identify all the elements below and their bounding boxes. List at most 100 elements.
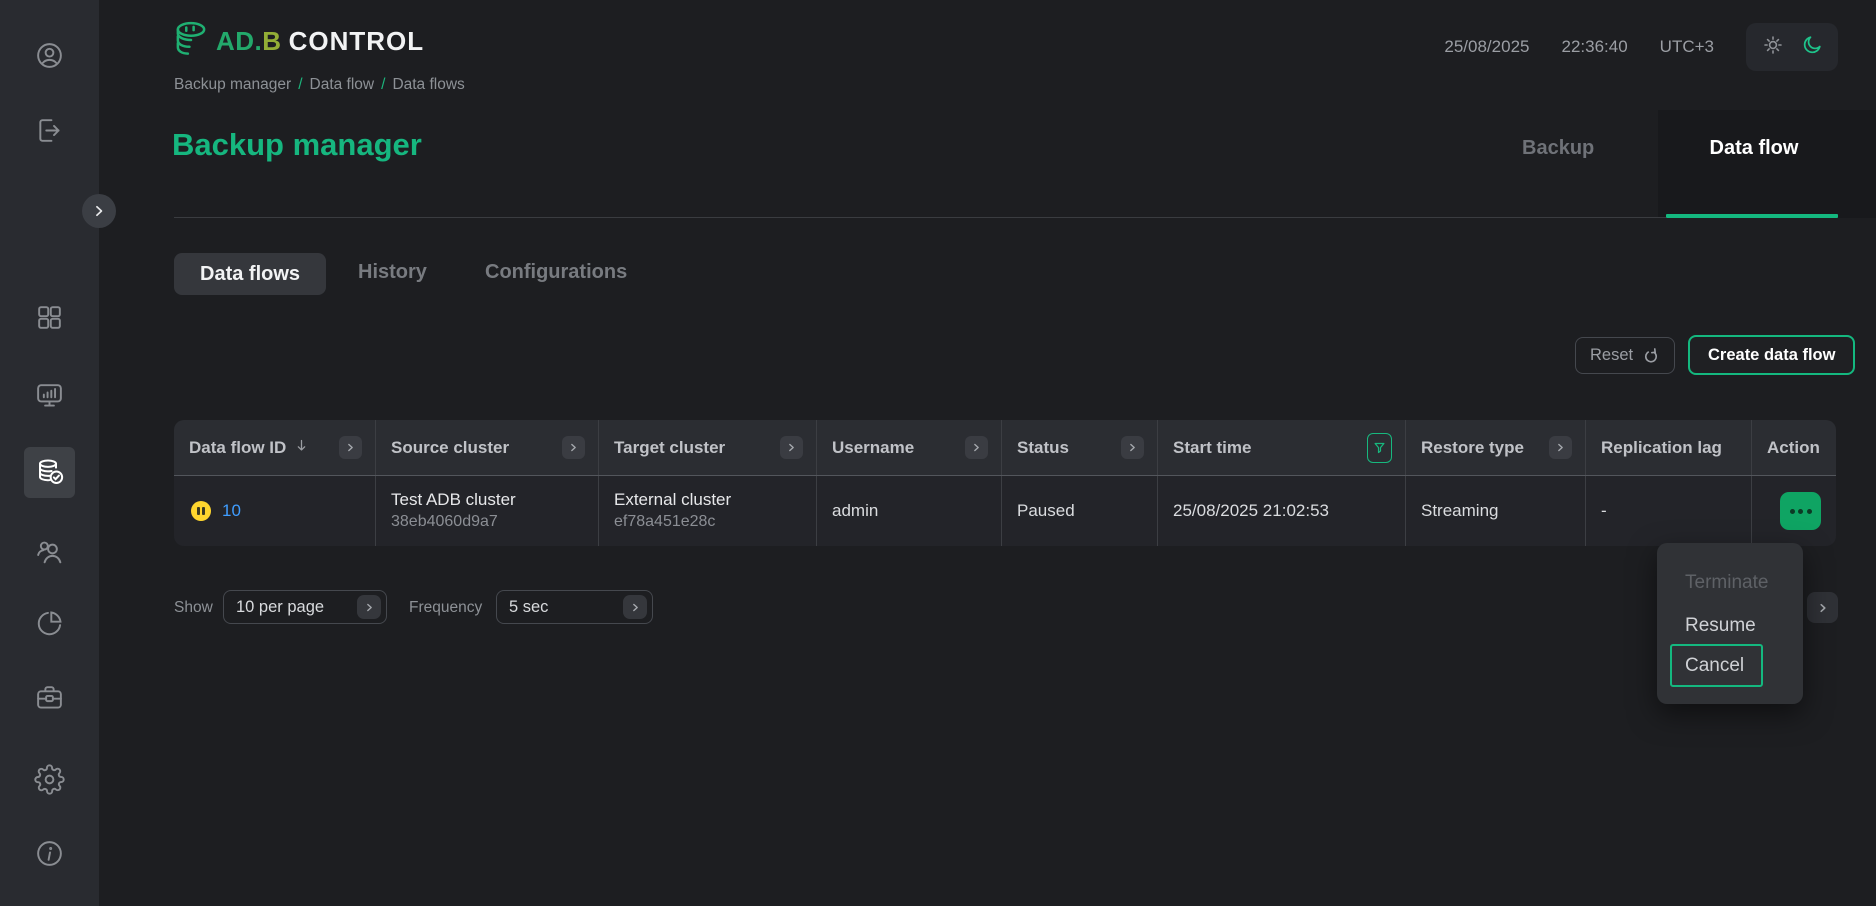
status-value: Paused (1017, 501, 1075, 521)
col-header-status[interactable]: Status (1001, 420, 1157, 475)
breadcrumb-item[interactable]: Backup manager (174, 76, 291, 93)
pie-chart-icon[interactable] (0, 608, 99, 639)
source-cluster-name: Test ADB cluster (391, 489, 516, 511)
briefcase-icon[interactable] (0, 682, 99, 713)
menu-item-cancel[interactable]: Cancel (1670, 644, 1763, 687)
col-header-replication-lag: Replication lag (1585, 420, 1751, 475)
cell-username: admin (816, 476, 1001, 546)
gear-icon[interactable] (0, 764, 99, 795)
chevron-right-icon[interactable] (965, 436, 988, 459)
page-size-select[interactable]: 10 per page (223, 590, 387, 624)
sun-icon[interactable] (1761, 33, 1785, 62)
show-label: Show (174, 599, 213, 617)
pause-status-icon (191, 501, 211, 521)
next-page-button[interactable] (1807, 592, 1838, 623)
chevron-right-icon (1817, 602, 1829, 614)
breadcrumb: Backup manager/Data flow/Data flows (174, 76, 465, 94)
menu-item-terminate[interactable]: Terminate (1685, 572, 1768, 594)
page-size-value: 10 per page (236, 598, 324, 617)
table-row: 10 Test ADB cluster 38eb4060d9a7 Externa… (174, 476, 1836, 546)
info-icon[interactable] (0, 838, 99, 869)
monitor-chart-icon[interactable] (0, 380, 99, 411)
chevron-right-icon[interactable] (357, 595, 381, 619)
col-label: Action (1767, 438, 1820, 458)
col-label: Replication lag (1601, 438, 1722, 458)
col-header-data-flow-id[interactable]: Data flow ID (174, 420, 375, 475)
moon-icon[interactable] (1801, 33, 1824, 61)
col-label: Target cluster (614, 438, 725, 458)
ellipsis-icon (1790, 509, 1795, 514)
col-label: Start time (1173, 438, 1251, 458)
chevron-right-icon[interactable] (1549, 436, 1572, 459)
chevron-right-icon[interactable] (562, 436, 585, 459)
tab-data-flow[interactable]: Data flow (1658, 110, 1876, 218)
sidebar (0, 0, 99, 906)
subtab-history[interactable]: History (358, 261, 427, 284)
menu-item-resume[interactable]: Resume (1685, 615, 1756, 637)
app-logo[interactable]: AD.BCONTROL (172, 20, 424, 62)
table-header-row: Data flow ID Source cluster Target clust… (174, 420, 1836, 476)
subtab-configurations[interactable]: Configurations (485, 261, 627, 284)
target-cluster-id: ef78a451e28c (614, 511, 715, 533)
cell-data-flow-id: 10 (174, 476, 375, 546)
col-header-restore-type[interactable]: Restore type (1405, 420, 1585, 475)
profile-icon[interactable] (0, 40, 99, 71)
chevron-right-icon[interactable] (623, 595, 647, 619)
breadcrumb-item[interactable]: Data flows (392, 76, 464, 93)
cell-source-cluster: Test ADB cluster 38eb4060d9a7 (375, 476, 598, 546)
current-date: 25/08/2025 (1444, 37, 1529, 57)
menu-item-cancel-label: Cancel (1685, 655, 1744, 677)
col-label: Status (1017, 438, 1069, 458)
col-header-username[interactable]: Username (816, 420, 1001, 475)
row-actions-button[interactable] (1780, 492, 1821, 530)
sidebar-expand-chevron-icon[interactable] (82, 194, 116, 228)
frequency-label: Frequency (409, 599, 482, 617)
backup-database-icon[interactable] (24, 447, 75, 498)
replication-lag-value: - (1601, 501, 1607, 521)
page-title: Backup manager (172, 127, 422, 163)
col-header-action: Action (1751, 420, 1836, 475)
breadcrumb-separator: / (291, 76, 309, 93)
col-header-target-cluster[interactable]: Target cluster (598, 420, 816, 475)
restore-type-value: Streaming (1421, 501, 1498, 521)
reset-button[interactable]: Reset (1575, 337, 1675, 374)
col-label: Username (832, 438, 914, 458)
breadcrumb-separator: / (374, 76, 392, 93)
col-header-start-time[interactable]: Start time (1157, 420, 1405, 475)
col-label: Restore type (1421, 438, 1524, 458)
filter-icon[interactable] (1367, 433, 1392, 463)
sort-desc-icon[interactable] (293, 437, 310, 459)
data-flows-table: Data flow ID Source cluster Target clust… (174, 420, 1836, 546)
col-header-source-cluster[interactable]: Source cluster (375, 420, 598, 475)
cell-start-time: 25/08/2025 21:02:53 (1157, 476, 1405, 546)
header-divider (174, 217, 1666, 218)
target-cluster-name: External cluster (614, 489, 731, 511)
breadcrumb-item[interactable]: Data flow (310, 76, 375, 93)
tab-data-flow-label: Data flow (1710, 137, 1799, 218)
dashboard-grid-icon[interactable] (0, 302, 99, 333)
refresh-icon (1642, 347, 1660, 365)
create-data-flow-button[interactable]: Create data flow (1688, 335, 1855, 375)
chevron-right-icon[interactable] (780, 436, 803, 459)
chevron-right-icon[interactable] (1121, 436, 1144, 459)
app-window: AD.BCONTROL Backup manager/Data flow/Dat… (0, 0, 1876, 906)
active-tab-underline (1666, 214, 1838, 218)
users-icon[interactable] (0, 537, 99, 568)
row-actions-menu: Terminate Resume Cancel (1657, 543, 1803, 704)
reset-label: Reset (1590, 346, 1633, 365)
frequency-select[interactable]: 5 sec (496, 590, 653, 624)
cell-status: Paused (1001, 476, 1157, 546)
theme-toggle[interactable] (1746, 23, 1838, 71)
data-flow-id-link[interactable]: 10 (222, 501, 241, 521)
create-data-flow-label: Create data flow (1708, 346, 1835, 365)
current-time: 22:36:40 (1561, 37, 1627, 57)
datetime-bar: 25/08/2025 22:36:40 UTC+3 (1444, 23, 1838, 71)
cell-replication-lag: - (1585, 476, 1751, 546)
chevron-right-icon[interactable] (339, 436, 362, 459)
subtab-data-flows[interactable]: Data flows (174, 253, 326, 295)
tab-backup[interactable]: Backup (1522, 137, 1594, 160)
frequency-value: 5 sec (509, 598, 548, 617)
app-logo-text: AD.BCONTROL (216, 26, 424, 57)
timezone: UTC+3 (1660, 37, 1714, 57)
logout-icon[interactable] (0, 115, 99, 146)
